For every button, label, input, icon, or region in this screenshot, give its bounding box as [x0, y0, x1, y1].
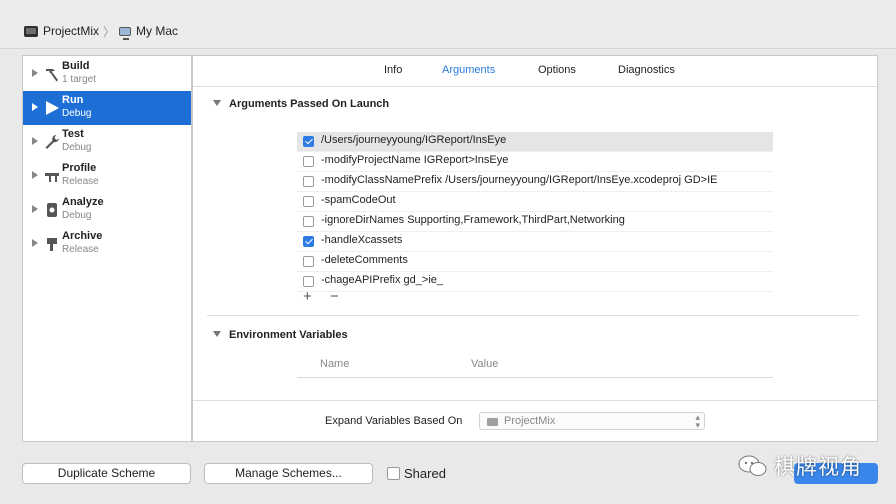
disclosure-triangle-icon[interactable] [213, 100, 221, 106]
argument-checkbox[interactable] [303, 176, 314, 187]
sidebar-item-run[interactable]: Run Debug [23, 91, 191, 125]
scheme-toolbar: ProjectMix 〉 My Mac [0, 0, 896, 49]
argument-row[interactable]: -modifyClassNamePrefix /Users/journeyyou… [297, 172, 773, 192]
argument-checkbox[interactable] [303, 256, 314, 267]
sidebar-item-archive[interactable]: Archive Release [23, 227, 191, 261]
arguments-section-title: Arguments Passed On Launch [229, 98, 390, 110]
sidebar-item-analyze[interactable]: Analyze Debug [23, 193, 191, 227]
tab-info[interactable]: Info [384, 64, 402, 76]
wrench-icon [45, 135, 59, 149]
archive-icon [47, 238, 57, 251]
argument-text[interactable]: -spamCodeOut [321, 194, 396, 206]
shared-label: Shared [404, 466, 446, 481]
sidebar-item-label: Run [62, 94, 84, 106]
project-icon [487, 418, 498, 426]
disclosure-triangle-icon[interactable] [32, 205, 38, 213]
breadcrumb-scheme[interactable]: ProjectMix [43, 24, 99, 38]
argument-checkbox[interactable] [303, 276, 314, 287]
argument-checkbox[interactable] [303, 216, 314, 227]
play-icon [46, 101, 59, 115]
project-icon [24, 25, 38, 37]
tab-arguments[interactable]: Arguments [442, 64, 495, 76]
argument-text[interactable]: /Users/journeyyoung/IGReport/InsEye [321, 134, 506, 146]
sidebar-item-label: Profile [62, 162, 97, 174]
arguments-section-header[interactable]: Arguments Passed On Launch [213, 98, 389, 110]
argument-checkbox[interactable] [303, 156, 314, 167]
argument-row[interactable]: -ignoreDirNames Supporting,Framework,Thi… [297, 212, 773, 232]
sidebar-item-label: Analyze [62, 196, 104, 208]
watermark: 棋牌视角 [738, 452, 862, 480]
argument-row[interactable]: -chageAPIPrefix gd_>ie_ [297, 272, 773, 292]
sidebar-item-sub: Release [62, 176, 99, 187]
tab-diagnostics[interactable]: Diagnostics [618, 64, 675, 76]
argument-text[interactable]: -chageAPIPrefix gd_>ie_ [321, 274, 443, 286]
sidebar-item-sub: 1 target [62, 74, 96, 85]
argument-row[interactable]: -spamCodeOut [297, 192, 773, 212]
tab-options[interactable]: Options [538, 64, 576, 76]
hammer-icon [46, 69, 58, 82]
analyze-icon [47, 203, 57, 217]
manage-schemes-button[interactable]: Manage Schemes... [204, 463, 373, 484]
disclosure-triangle-icon[interactable] [32, 69, 38, 77]
argument-text[interactable]: -modifyClassNamePrefix /Users/journeyyou… [321, 174, 717, 186]
breadcrumb[interactable]: ProjectMix 〉 My Mac [24, 22, 178, 40]
disclosure-triangle-icon[interactable] [32, 239, 38, 247]
popup-arrows-icon: ▴ ▾ [695, 412, 700, 430]
mac-icon [119, 26, 132, 40]
sidebar-item-label: Test [62, 128, 84, 140]
duplicate-scheme-button[interactable]: Duplicate Scheme [22, 463, 191, 484]
expand-variables-value: ProjectMix [504, 415, 556, 427]
environment-section-header[interactable]: Environment Variables [213, 329, 348, 341]
breadcrumb-destination[interactable]: My Mac [136, 24, 178, 38]
scheme-editor-panel: Info Arguments Options Diagnostics Argum… [192, 55, 878, 442]
argument-row[interactable]: -handleXcassets [297, 232, 773, 252]
shared-checkbox[interactable] [387, 467, 400, 480]
arguments-list: /Users/journeyyoung/IGReport/InsEye -mod… [297, 132, 773, 292]
argument-text[interactable]: -handleXcassets [321, 234, 402, 246]
disclosure-triangle-icon[interactable] [32, 103, 38, 111]
disclosure-triangle-icon[interactable] [32, 137, 38, 145]
argument-checkbox[interactable] [303, 136, 314, 147]
watermark-text: 棋牌视角 [774, 456, 862, 479]
argument-checkbox[interactable] [303, 236, 314, 247]
disclosure-triangle-icon[interactable] [32, 171, 38, 179]
argument-checkbox[interactable] [303, 196, 314, 207]
sidebar-item-label: Archive [62, 230, 103, 242]
argument-row[interactable]: -modifyProjectName IGReport>InsEye [297, 152, 773, 172]
section-divider [207, 315, 859, 316]
tab-bar: Info Arguments Options Diagnostics [193, 56, 877, 87]
argument-text[interactable]: -modifyProjectName IGReport>InsEye [321, 154, 508, 166]
sidebar-item-profile[interactable]: Profile Release [23, 159, 191, 193]
argument-text[interactable]: -ignoreDirNames Supporting,Framework,Thi… [321, 214, 625, 226]
argument-row[interactable]: /Users/journeyyoung/IGReport/InsEye [297, 132, 773, 152]
sidebar-item-test[interactable]: Test Debug [23, 125, 191, 159]
sidebar-item-sub: Debug [62, 210, 92, 221]
sidebar-item-sub: Release [62, 244, 99, 255]
footer-divider [193, 400, 877, 401]
add-remove-controls: + − [303, 288, 353, 305]
remove-argument-button[interactable]: − [330, 288, 339, 305]
breadcrumb-chevron-icon: 〉 [103, 24, 116, 39]
env-column-value: Value [471, 358, 499, 370]
sidebar-item-build[interactable]: Build 1 target [23, 57, 191, 91]
chat-bubble-icon [738, 455, 767, 476]
instruments-icon [45, 173, 59, 182]
environment-section-title: Environment Variables [229, 329, 348, 341]
expand-variables-label: Expand Variables Based On [325, 415, 463, 427]
expand-variables-select[interactable]: ProjectMix ▴ ▾ [479, 412, 705, 430]
env-table-divider [297, 377, 773, 378]
scheme-action-sidebar: Build 1 target Run Debug Test Debug Prof… [22, 55, 192, 442]
add-argument-button[interactable]: + [303, 288, 312, 305]
argument-row[interactable]: -deleteComments [297, 252, 773, 272]
sidebar-item-label: Build [62, 60, 90, 72]
sidebar-item-sub: Debug [62, 142, 92, 153]
env-column-name: Name [320, 358, 350, 370]
disclosure-triangle-icon[interactable] [213, 331, 221, 337]
argument-text[interactable]: -deleteComments [321, 254, 408, 266]
sidebar-item-sub: Debug [62, 108, 92, 119]
